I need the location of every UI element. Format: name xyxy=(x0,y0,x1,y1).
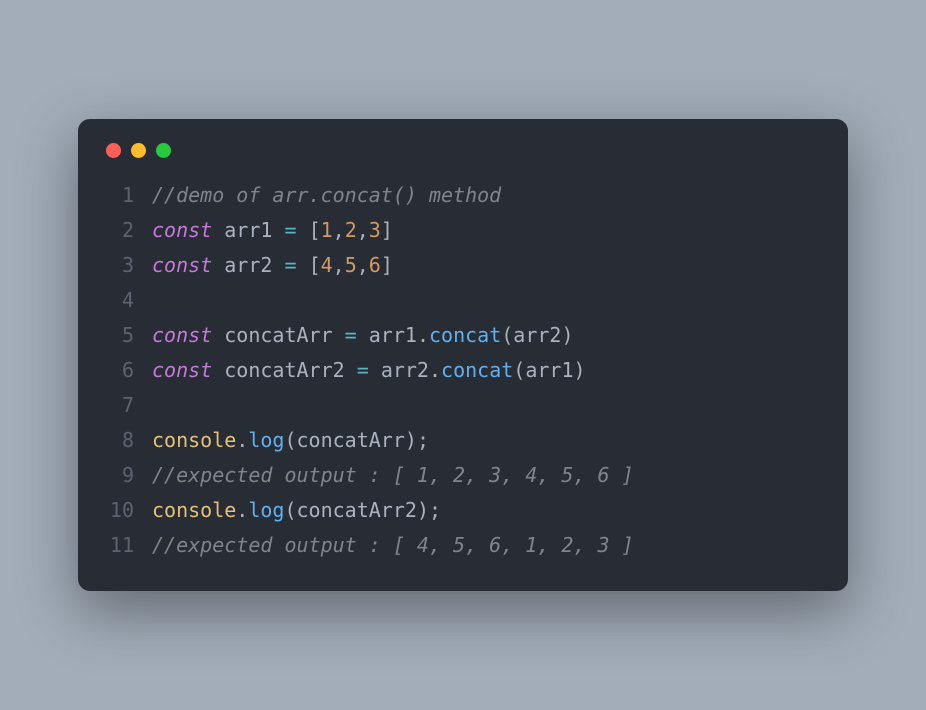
code-line: 11//expected output : [ 4, 5, 6, 1, 2, 3… xyxy=(106,528,820,563)
line-number: 11 xyxy=(106,528,152,563)
line-content xyxy=(152,388,820,423)
line-number: 7 xyxy=(106,388,152,423)
code-line: 8console.log(concatArr); xyxy=(106,423,820,458)
code-line: 10console.log(concatArr2); xyxy=(106,493,820,528)
code-line: 7 xyxy=(106,388,820,423)
line-content: const arr1 = [1,2,3] xyxy=(152,213,820,248)
zoom-button[interactable] xyxy=(156,143,171,158)
code-line: 3const arr2 = [4,5,6] xyxy=(106,248,820,283)
close-button[interactable] xyxy=(106,143,121,158)
minimize-button[interactable] xyxy=(131,143,146,158)
code-line: 9//expected output : [ 1, 2, 3, 4, 5, 6 … xyxy=(106,458,820,493)
line-content: //expected output : [ 4, 5, 6, 1, 2, 3 ] xyxy=(152,528,820,563)
code-line: 6const concatArr2 = arr2.concat(arr1) xyxy=(106,353,820,388)
line-content: const concatArr = arr1.concat(arr2) xyxy=(152,318,820,353)
code-line: 4 xyxy=(106,283,820,318)
line-content: const concatArr2 = arr2.concat(arr1) xyxy=(152,353,820,388)
line-number: 8 xyxy=(106,423,152,458)
code-line: 1//demo of arr.concat() method xyxy=(106,178,820,213)
line-content xyxy=(152,283,820,318)
line-number: 1 xyxy=(106,178,152,213)
line-number: 9 xyxy=(106,458,152,493)
code-line: 2const arr1 = [1,2,3] xyxy=(106,213,820,248)
code-line: 5const concatArr = arr1.concat(arr2) xyxy=(106,318,820,353)
line-content: console.log(concatArr); xyxy=(152,423,820,458)
line-content: const arr2 = [4,5,6] xyxy=(152,248,820,283)
code-window: 1//demo of arr.concat() method 2const ar… xyxy=(78,119,848,591)
line-number: 10 xyxy=(106,493,152,528)
line-number: 2 xyxy=(106,213,152,248)
line-number: 4 xyxy=(106,283,152,318)
line-number: 6 xyxy=(106,353,152,388)
line-content: //expected output : [ 1, 2, 3, 4, 5, 6 ] xyxy=(152,458,820,493)
window-titlebar xyxy=(106,143,820,158)
line-number: 3 xyxy=(106,248,152,283)
line-content: //demo of arr.concat() method xyxy=(152,178,820,213)
line-content: console.log(concatArr2); xyxy=(152,493,820,528)
code-block: 1//demo of arr.concat() method 2const ar… xyxy=(106,178,820,563)
line-number: 5 xyxy=(106,318,152,353)
